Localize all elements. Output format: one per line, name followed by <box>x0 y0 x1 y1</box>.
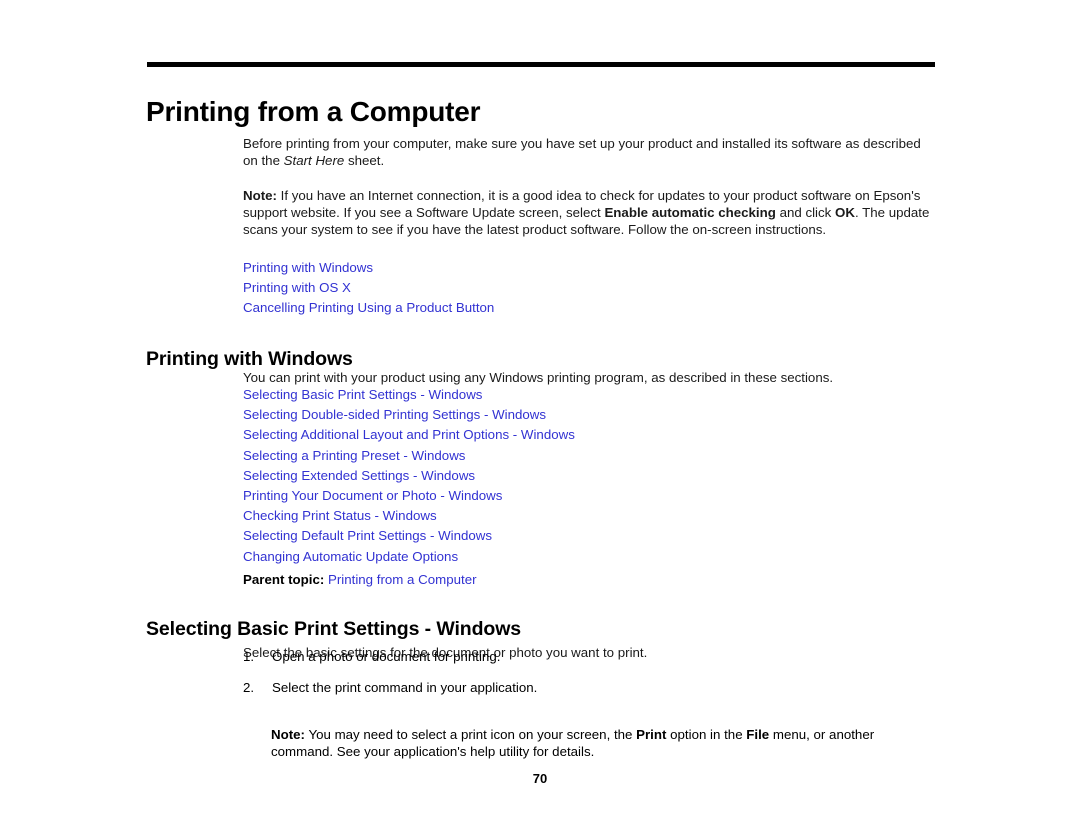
section-heading-printing-with-windows: Printing with Windows <box>146 348 353 371</box>
link-selecting-default-print-settings-windows[interactable]: Selecting Default Print Settings - Windo… <box>243 526 943 546</box>
chapter-intro-paragraph: Before printing from your computer, make… <box>243 135 933 169</box>
section-windows-intro-paragraph: You can print with your product using an… <box>243 370 834 386</box>
link-selecting-double-sided-printing-settings-windows[interactable]: Selecting Double-sided Printing Settings… <box>243 405 943 425</box>
link-selecting-basic-print-settings-windows[interactable]: Selecting Basic Print Settings - Windows <box>243 385 943 405</box>
note2-text-1: You may need to select a print icon on y… <box>304 727 637 743</box>
page-title: Printing from a Computer <box>146 95 481 127</box>
note-print-command-paragraph: Note: You may need to select a print ico… <box>271 726 933 760</box>
parent-topic: Parent topic: Printing from a Computer <box>243 571 477 589</box>
step-list-item-1: 1. Open a photo or document for printing… <box>243 648 933 665</box>
link-selecting-extended-settings-windows[interactable]: Selecting Extended Settings - Windows <box>243 466 943 486</box>
step-number-1: 1. <box>243 649 255 664</box>
note-label: Note: <box>243 188 277 204</box>
note2-bold-print: Print <box>636 727 667 743</box>
note2-bold-file: File <box>746 727 770 743</box>
note2-text-2: option in the <box>666 727 747 743</box>
link-cancelling-printing-using-a-product-button[interactable]: Cancelling Printing Using a Product Butt… <box>243 298 943 318</box>
windows-subtopic-link-list: Selecting Basic Print Settings - Windows… <box>243 385 943 567</box>
link-changing-automatic-update-options[interactable]: Changing Automatic Update Options <box>243 547 943 567</box>
link-selecting-a-printing-preset-windows[interactable]: Selecting a Printing Preset - Windows <box>243 446 943 466</box>
note2-label: Note: <box>271 727 305 743</box>
link-printing-your-document-or-photo-windows[interactable]: Printing Your Document or Photo - Window… <box>243 486 943 506</box>
chapter-link-list: Printing with Windows Printing with OS X… <box>243 258 943 319</box>
step-list-item-2: 2. Select the print command in your appl… <box>243 679 933 696</box>
link-printing-with-os-x[interactable]: Printing with OS X <box>243 278 943 298</box>
link-printing-with-windows[interactable]: Printing with Windows <box>243 258 943 278</box>
step-text-2: Select the print command in your applica… <box>272 680 538 695</box>
step-text-1: Open a photo or document for printing. <box>272 649 501 664</box>
note-text-2: and click <box>775 205 835 221</box>
start-here-italic: Start Here <box>283 153 345 169</box>
document-page: Printing from a Computer Before printing… <box>0 0 1080 834</box>
note-bold-ok: OK <box>835 205 855 221</box>
note-bold-enable-automatic-checking: Enable automatic checking <box>604 205 776 221</box>
parent-topic-link[interactable]: Printing from a Computer <box>328 572 477 587</box>
chapter-intro-text-after: sheet. <box>344 153 385 169</box>
page-number: 70 <box>532 771 548 786</box>
title-divider-rule <box>147 62 935 67</box>
parent-topic-label: Parent topic: <box>243 572 325 587</box>
link-selecting-additional-layout-and-print-options-windows[interactable]: Selecting Additional Layout and Print Op… <box>243 425 943 445</box>
note-update-paragraph: Note: If you have an Internet connection… <box>243 187 933 238</box>
step-number-2: 2. <box>243 680 255 695</box>
section-heading-selecting-basic-print-settings-windows: Selecting Basic Print Settings - Windows <box>146 618 522 641</box>
link-checking-print-status-windows[interactable]: Checking Print Status - Windows <box>243 506 943 526</box>
